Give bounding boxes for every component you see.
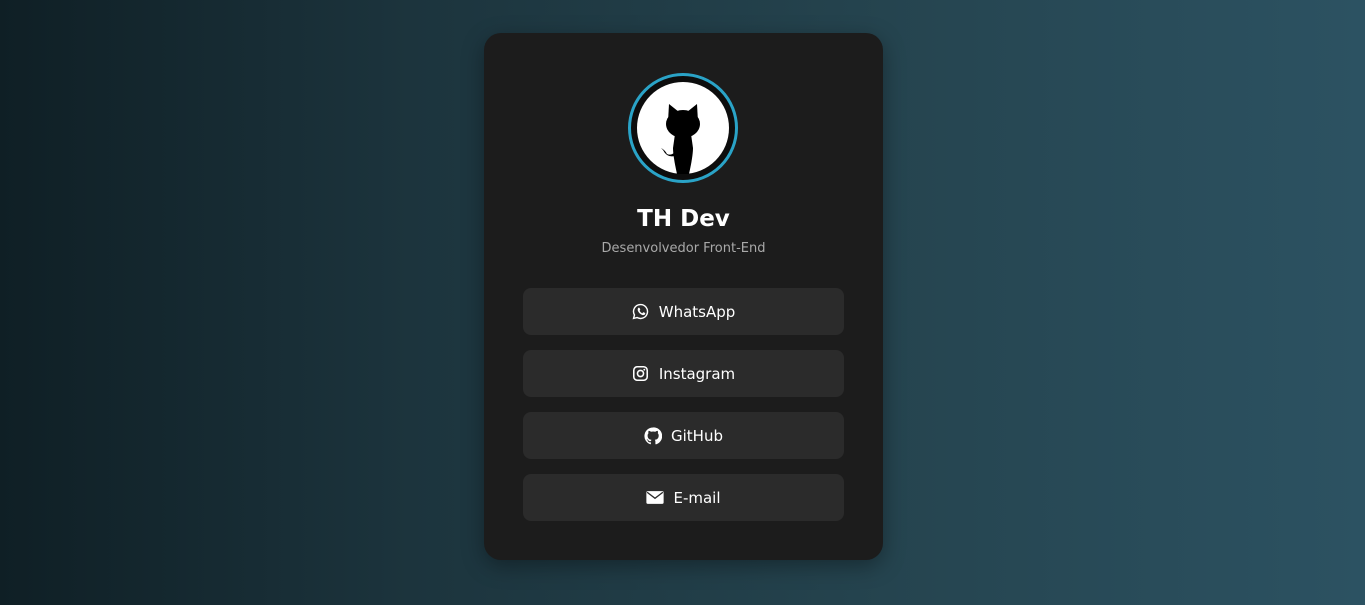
github-octocat-icon [631, 76, 735, 180]
links-list: WhatsApp Instagram GitHub E-mail [523, 288, 844, 536]
email-link[interactable]: E-mail [523, 474, 844, 521]
instagram-link[interactable]: Instagram [523, 350, 844, 397]
email-icon [646, 489, 665, 507]
instagram-icon [632, 365, 650, 383]
github-icon [644, 426, 662, 445]
email-label: E-mail [673, 488, 721, 507]
avatar [628, 73, 738, 183]
whatsapp-label: WhatsApp [658, 302, 736, 321]
whatsapp-icon [632, 303, 650, 321]
profile-name: TH Dev [637, 206, 730, 232]
github-link[interactable]: GitHub [523, 412, 844, 459]
github-label: GitHub [671, 426, 723, 445]
instagram-label: Instagram [658, 364, 736, 383]
whatsapp-link[interactable]: WhatsApp [523, 288, 844, 335]
profile-card: TH Dev Desenvolvedor Front-End WhatsApp … [484, 33, 883, 560]
profile-subtitle: Desenvolvedor Front-End [601, 241, 766, 256]
